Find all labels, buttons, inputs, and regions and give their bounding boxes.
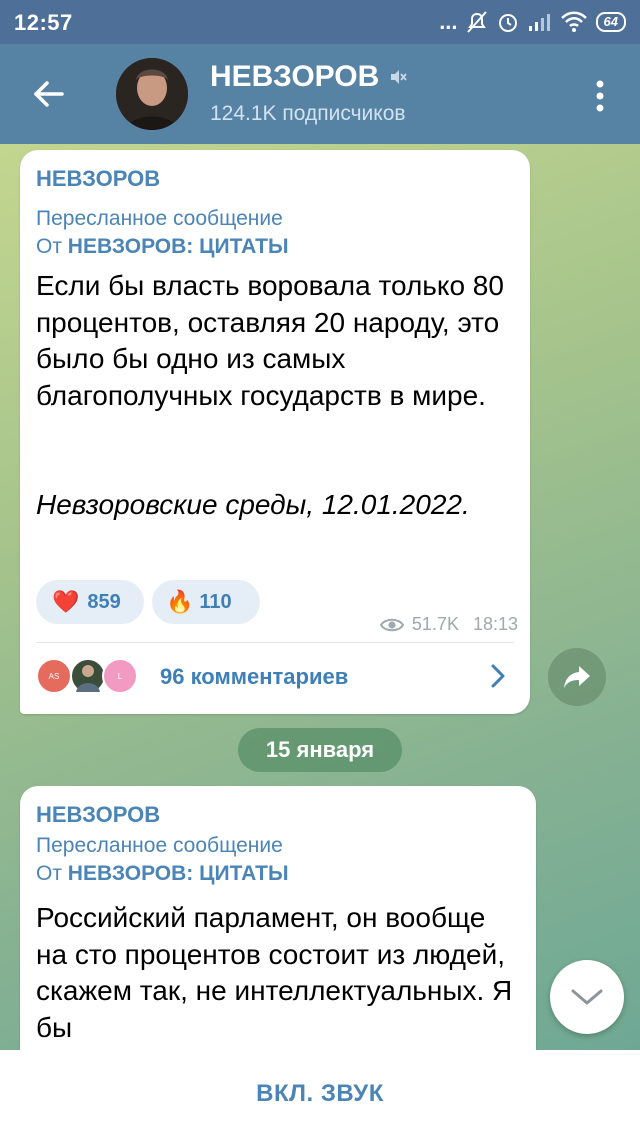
view-count: 51.7K bbox=[411, 614, 459, 634]
forwarded-from[interactable]: От НЕВЗОРОВ: ЦИТАТЫ bbox=[36, 862, 289, 886]
channel-name: НЕВЗОРОВ bbox=[210, 60, 380, 93]
subscriber-count: 124.1K подписчиков bbox=[210, 102, 406, 125]
back-arrow-icon bbox=[34, 81, 64, 107]
forwarded-prefix: От bbox=[36, 235, 62, 258]
commenter-avatar: AS bbox=[36, 658, 72, 694]
message-text: Российский парламент, он вообще на сто п… bbox=[36, 902, 513, 1043]
scroll-down-button[interactable] bbox=[550, 960, 624, 1034]
divider bbox=[36, 642, 514, 643]
reaction-heart[interactable]: ❤️ 859 bbox=[36, 580, 144, 624]
reaction-count: 110 bbox=[199, 590, 232, 613]
status-icons: ... 64 bbox=[439, 8, 626, 36]
fire-icon: 🔥 bbox=[166, 589, 194, 614]
vertical-dots-icon bbox=[596, 80, 604, 112]
message-author: НЕВЗОРОВ bbox=[36, 166, 161, 191]
reaction-fire[interactable]: 🔥 110 bbox=[152, 580, 260, 624]
commenter-photo bbox=[76, 665, 100, 692]
speaker-muted-icon bbox=[391, 70, 407, 84]
more-menu-button[interactable] bbox=[580, 74, 620, 118]
forwarded-label: Пересланное сообщение bbox=[36, 834, 283, 857]
commenter-avatar bbox=[70, 658, 106, 694]
unmute-button[interactable]: ВКЛ. ЗВУК bbox=[256, 1080, 384, 1108]
forwarded-source: НЕВЗОРОВ: ЦИТАТЫ bbox=[67, 235, 289, 258]
status-bar: 12:57 ... 64 bbox=[0, 0, 640, 44]
comments-label: 96 комментариев bbox=[160, 664, 349, 689]
wifi-icon bbox=[560, 11, 587, 32]
forwarded-prefix: От bbox=[36, 862, 62, 885]
message-bubble[interactable]: НЕВЗОРОВ Пересланное сообщение От НЕВЗОР… bbox=[20, 786, 536, 1050]
date-separator: 15 января bbox=[238, 728, 402, 772]
commenter-avatar: L bbox=[102, 658, 138, 694]
chevron-down-icon bbox=[571, 989, 603, 1005]
forwarded-from[interactable]: От НЕВЗОРОВ: ЦИТАТЫ bbox=[36, 235, 289, 259]
status-time: 12:57 bbox=[14, 10, 73, 35]
eye-icon bbox=[379, 618, 404, 631]
notifications-off-icon bbox=[466, 11, 487, 33]
battery-indicator: 64 bbox=[595, 12, 626, 32]
channel-title[interactable]: НЕВЗОРОВ bbox=[210, 60, 407, 94]
message-time: 18:13 bbox=[472, 614, 518, 634]
signal-icon bbox=[528, 14, 550, 31]
channel-avatar-photo bbox=[116, 58, 188, 130]
forwarded-label: Пересланное сообщение bbox=[36, 207, 283, 230]
forwarded-source: НЕВЗОРОВ: ЦИТАТЫ bbox=[67, 862, 289, 885]
heart-icon: ❤️ bbox=[52, 589, 80, 614]
comments-button[interactable]: AS L 96 комментариев bbox=[20, 644, 530, 710]
message-bubble[interactable]: НЕВЗОРОВ Пересланное сообщение От НЕВЗОР… bbox=[20, 150, 530, 714]
alarm-icon bbox=[498, 14, 517, 32]
chat-area[interactable]: НЕВЗОРОВ Пересланное сообщение От НЕВЗОР… bbox=[0, 144, 640, 1050]
message-signature: Невзоровские среды, 12.01.2022. bbox=[36, 489, 470, 520]
message-text: Если бы власть воровала только 80 процен… bbox=[36, 270, 504, 411]
share-arrow-icon bbox=[564, 666, 590, 688]
bottom-bar: ВКЛ. ЗВУК bbox=[0, 1050, 640, 1138]
more-dots-icon: ... bbox=[439, 9, 458, 34]
chevron-right-icon bbox=[491, 664, 505, 688]
reaction-count: 859 bbox=[87, 590, 121, 613]
message-author: НЕВЗОРОВ bbox=[36, 802, 161, 827]
share-button[interactable] bbox=[548, 648, 606, 706]
message-meta: 51.7K 18:13 bbox=[379, 614, 518, 635]
back-button[interactable] bbox=[26, 72, 70, 116]
chat-header: НЕВЗОРОВ 124.1K подписчиков bbox=[0, 44, 640, 144]
channel-avatar[interactable] bbox=[116, 58, 188, 130]
